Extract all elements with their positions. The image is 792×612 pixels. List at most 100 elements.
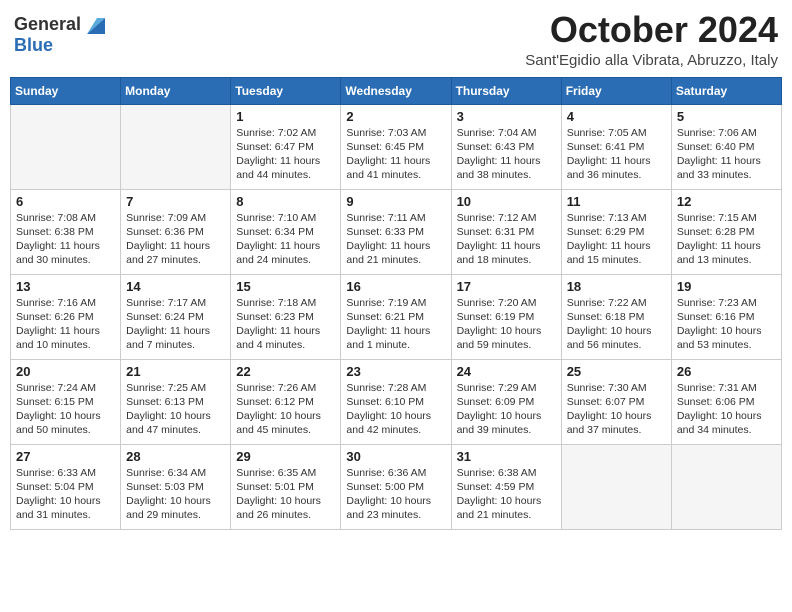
calendar-cell: 7 Sunrise: 7:09 AM Sunset: 6:36 PM Daylig…	[121, 189, 231, 274]
day-info: Sunrise: 7:24 AM Sunset: 6:15 PM Dayligh…	[16, 381, 115, 438]
day-number: 4	[567, 109, 666, 124]
day-number: 15	[236, 279, 335, 294]
calendar-cell	[121, 104, 231, 189]
day-number: 12	[677, 194, 776, 209]
week-row-1: 1Sunrise: 7:02 AM Sunset: 6:47 PM Daylig…	[11, 104, 782, 189]
calendar-cell: 16 Sunrise: 7:19 AM Sunset: 6:21 PM Dayli…	[341, 274, 451, 359]
week-row-5: 27 Sunrise: 6:33 AM Sunset: 5:04 PM Dayli…	[11, 444, 782, 529]
calendar-cell	[11, 104, 121, 189]
day-info: Sunrise: 7:06 AM Sunset: 6:40 PM Dayligh…	[677, 126, 776, 183]
week-row-2: 6Sunrise: 7:08 AM Sunset: 6:38 PM Daylig…	[11, 189, 782, 274]
calendar-cell: 2 Sunrise: 7:03 AM Sunset: 6:45 PM Daylig…	[341, 104, 451, 189]
calendar-cell: 27 Sunrise: 6:33 AM Sunset: 5:04 PM Dayli…	[11, 444, 121, 529]
day-info: Sunrise: 7:23 AM Sunset: 6:16 PM Dayligh…	[677, 296, 776, 353]
day-info: Sunrise: 7:04 AM Sunset: 6:43 PM Dayligh…	[457, 126, 556, 183]
calendar-cell: 15 Sunrise: 7:18 AM Sunset: 6:23 PM Dayli…	[231, 274, 341, 359]
calendar-header: SundayMondayTuesdayWednesdayThursdayFrid…	[11, 77, 782, 104]
week-row-4: 20 Sunrise: 7:24 AM Sunset: 6:15 PM Dayli…	[11, 359, 782, 444]
day-number: 16	[346, 279, 445, 294]
logo-blue: Blue	[14, 35, 105, 56]
day-number: 25	[567, 364, 666, 379]
location-subtitle: Sant'Egidio alla Vibrata, Abruzzo, Italy	[525, 52, 778, 69]
day-number: 6	[16, 194, 115, 209]
weekday-header-tuesday: Tuesday	[231, 77, 341, 104]
day-info: Sunrise: 7:02 AM Sunset: 6:47 PM Dayligh…	[236, 126, 335, 183]
calendar-cell: 22Sunrise: 7:26 AM Sunset: 6:12 PM Dayli…	[231, 359, 341, 444]
day-number: 11	[567, 194, 666, 209]
logo-general: General	[14, 14, 81, 35]
day-info: Sunrise: 6:36 AM Sunset: 5:00 PM Dayligh…	[346, 466, 445, 523]
day-number: 22	[236, 364, 335, 379]
page-header: General Blue October 2024 Sant'Egidio al…	[10, 10, 782, 69]
day-info: Sunrise: 7:12 AM Sunset: 6:31 PM Dayligh…	[457, 211, 556, 268]
day-info: Sunrise: 6:35 AM Sunset: 5:01 PM Dayligh…	[236, 466, 335, 523]
day-info: Sunrise: 7:30 AM Sunset: 6:07 PM Dayligh…	[567, 381, 666, 438]
weekday-header-friday: Friday	[561, 77, 671, 104]
day-number: 14	[126, 279, 225, 294]
month-title: October 2024	[525, 10, 778, 50]
calendar-cell: 3 Sunrise: 7:04 AM Sunset: 6:43 PM Daylig…	[451, 104, 561, 189]
calendar-table: SundayMondayTuesdayWednesdayThursdayFrid…	[10, 77, 782, 530]
day-info: Sunrise: 7:03 AM Sunset: 6:45 PM Dayligh…	[346, 126, 445, 183]
day-number: 9	[346, 194, 445, 209]
calendar-cell: 23Sunrise: 7:28 AM Sunset: 6:10 PM Dayli…	[341, 359, 451, 444]
day-number: 7	[126, 194, 225, 209]
day-info: Sunrise: 7:18 AM Sunset: 6:23 PM Dayligh…	[236, 296, 335, 353]
calendar-cell: 9Sunrise: 7:11 AM Sunset: 6:33 PM Daylig…	[341, 189, 451, 274]
day-info: Sunrise: 6:38 AM Sunset: 4:59 PM Dayligh…	[457, 466, 556, 523]
day-number: 18	[567, 279, 666, 294]
calendar-cell	[671, 444, 781, 529]
calendar-cell: 13Sunrise: 7:16 AM Sunset: 6:26 PM Dayli…	[11, 274, 121, 359]
title-block: October 2024 Sant'Egidio alla Vibrata, A…	[525, 10, 778, 69]
day-info: Sunrise: 7:22 AM Sunset: 6:18 PM Dayligh…	[567, 296, 666, 353]
day-number: 31	[457, 449, 556, 464]
day-number: 2	[346, 109, 445, 124]
calendar-cell: 21 Sunrise: 7:25 AM Sunset: 6:13 PM Dayli…	[121, 359, 231, 444]
weekday-header-wednesday: Wednesday	[341, 77, 451, 104]
day-info: Sunrise: 7:05 AM Sunset: 6:41 PM Dayligh…	[567, 126, 666, 183]
weekday-header-saturday: Saturday	[671, 77, 781, 104]
day-number: 3	[457, 109, 556, 124]
calendar-cell: 8Sunrise: 7:10 AM Sunset: 6:34 PM Daylig…	[231, 189, 341, 274]
day-number: 27	[16, 449, 115, 464]
day-info: Sunrise: 6:33 AM Sunset: 5:04 PM Dayligh…	[16, 466, 115, 523]
calendar-cell: 12 Sunrise: 7:15 AM Sunset: 6:28 PM Dayli…	[671, 189, 781, 274]
day-number: 24	[457, 364, 556, 379]
day-info: Sunrise: 7:15 AM Sunset: 6:28 PM Dayligh…	[677, 211, 776, 268]
day-number: 28	[126, 449, 225, 464]
day-info: Sunrise: 6:34 AM Sunset: 5:03 PM Dayligh…	[126, 466, 225, 523]
day-info: Sunrise: 7:25 AM Sunset: 6:13 PM Dayligh…	[126, 381, 225, 438]
weekday-header-monday: Monday	[121, 77, 231, 104]
day-info: Sunrise: 7:16 AM Sunset: 6:26 PM Dayligh…	[16, 296, 115, 353]
week-row-3: 13Sunrise: 7:16 AM Sunset: 6:26 PM Dayli…	[11, 274, 782, 359]
calendar-cell: 10 Sunrise: 7:12 AM Sunset: 6:31 PM Dayli…	[451, 189, 561, 274]
day-number: 29	[236, 449, 335, 464]
day-info: Sunrise: 7:10 AM Sunset: 6:34 PM Dayligh…	[236, 211, 335, 268]
weekday-header-sunday: Sunday	[11, 77, 121, 104]
calendar-cell: 18 Sunrise: 7:22 AM Sunset: 6:18 PM Dayli…	[561, 274, 671, 359]
calendar-cell: 6Sunrise: 7:08 AM Sunset: 6:38 PM Daylig…	[11, 189, 121, 274]
calendar-cell: 30 Sunrise: 6:36 AM Sunset: 5:00 PM Dayli…	[341, 444, 451, 529]
calendar-cell: 28 Sunrise: 6:34 AM Sunset: 5:03 PM Dayli…	[121, 444, 231, 529]
calendar-cell: 14Sunrise: 7:17 AM Sunset: 6:24 PM Dayli…	[121, 274, 231, 359]
calendar-cell: 20 Sunrise: 7:24 AM Sunset: 6:15 PM Dayli…	[11, 359, 121, 444]
calendar-cell: 11Sunrise: 7:13 AM Sunset: 6:29 PM Dayli…	[561, 189, 671, 274]
day-number: 21	[126, 364, 225, 379]
day-number: 20	[16, 364, 115, 379]
day-info: Sunrise: 7:09 AM Sunset: 6:36 PM Dayligh…	[126, 211, 225, 268]
calendar-cell: 26Sunrise: 7:31 AM Sunset: 6:06 PM Dayli…	[671, 359, 781, 444]
calendar-cell: 19 Sunrise: 7:23 AM Sunset: 6:16 PM Dayli…	[671, 274, 781, 359]
day-info: Sunrise: 7:28 AM Sunset: 6:10 PM Dayligh…	[346, 381, 445, 438]
day-number: 30	[346, 449, 445, 464]
calendar-cell: 17Sunrise: 7:20 AM Sunset: 6:19 PM Dayli…	[451, 274, 561, 359]
calendar-cell: 4 Sunrise: 7:05 AM Sunset: 6:41 PM Daylig…	[561, 104, 671, 189]
calendar-cell: 31 Sunrise: 6:38 AM Sunset: 4:59 PM Dayli…	[451, 444, 561, 529]
calendar-cell: 25 Sunrise: 7:30 AM Sunset: 6:07 PM Dayli…	[561, 359, 671, 444]
day-info: Sunrise: 7:29 AM Sunset: 6:09 PM Dayligh…	[457, 381, 556, 438]
day-number: 10	[457, 194, 556, 209]
weekday-header-thursday: Thursday	[451, 77, 561, 104]
day-number: 19	[677, 279, 776, 294]
day-info: Sunrise: 7:19 AM Sunset: 6:21 PM Dayligh…	[346, 296, 445, 353]
calendar-body: 1Sunrise: 7:02 AM Sunset: 6:47 PM Daylig…	[11, 104, 782, 529]
logo: General Blue	[14, 14, 105, 56]
